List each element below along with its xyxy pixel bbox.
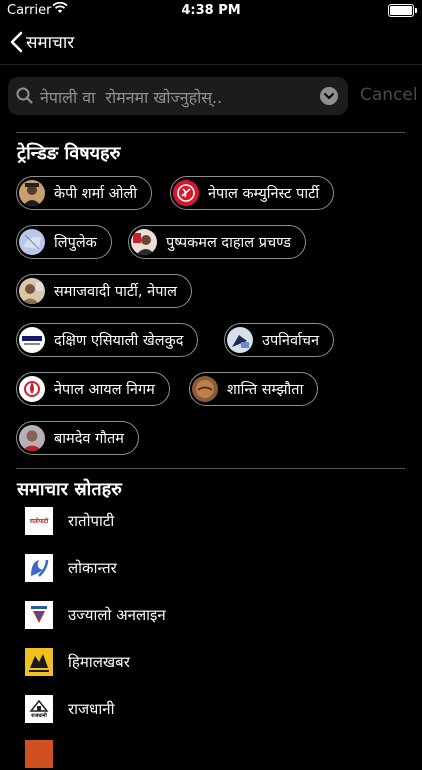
search-icon [16, 87, 33, 108]
topic-label: लिपुलेक [54, 235, 97, 251]
source-item[interactable]: रातोपाटी रातोपाटी [25, 505, 114, 537]
topic-label: बामदेव गौतम [54, 431, 124, 447]
handshake-icon [192, 376, 218, 402]
status-bar: Carrier 4:38 PM [0, 0, 422, 22]
topic-label: नेपाल कम्युनिस्ट पार्टी [208, 186, 320, 202]
ratopati-logo-icon: रातोपाटी [25, 507, 53, 535]
topic-chip[interactable]: लिपुलेक [16, 225, 112, 259]
search-box[interactable] [8, 77, 348, 115]
topic-label: केपी शर्मा ओली [54, 186, 138, 202]
rajdhani-logo-icon: राजधानी [25, 695, 53, 723]
topic-chip[interactable]: शान्ति सम्झौता [189, 372, 319, 406]
divider [16, 132, 405, 133]
source-item[interactable]: हिमालखबर [25, 646, 130, 678]
source-name: लोकान्तर [68, 559, 117, 577]
topic-chip[interactable]: केपी शर्मा ओली [16, 176, 153, 210]
party-flag-icon [173, 180, 199, 206]
chevron-down-icon[interactable] [320, 87, 338, 105]
source-item[interactable]: उज्यालो अनलाइन [25, 599, 166, 631]
source-name: उज्यालो अनलाइन [68, 606, 166, 624]
trending-section-title: ट्रेन्डिङ विषयहरु [17, 143, 121, 164]
topic-chip[interactable]: पुष्पकमल दाहाल प्रचण्ड [128, 225, 306, 259]
topic-label: समाजवादी पार्टी, नेपाल [54, 284, 178, 300]
topic-chip[interactable]: नेपाल कम्युनिस्ट पार्टी [170, 176, 335, 210]
clock: 4:38 PM [181, 3, 241, 18]
person-avatar-icon [19, 180, 45, 206]
navigation-bar: समाचार [0, 24, 422, 65]
himalkhabar-logo-icon [25, 648, 53, 676]
topic-chip[interactable]: बामदेव गौतम [16, 421, 139, 455]
topic-chip[interactable]: नेपाल आयल निगम [16, 372, 170, 406]
back-button[interactable]: समाचार [10, 30, 74, 53]
person-avatar-icon [131, 229, 157, 255]
back-label: समाचार [26, 33, 75, 53]
topic-chip[interactable]: उपनिर्वाचन [224, 323, 335, 357]
topic-label: नेपाल आयल निगम [54, 382, 155, 398]
lokantar-logo-icon [25, 554, 53, 582]
topic-chip[interactable]: समाजवादी पार्टी, नेपाल [16, 274, 193, 308]
ujyalo-logo-icon [25, 601, 53, 629]
source-name: हिमालखबर [68, 653, 130, 671]
source-item[interactable]: राजधानी राजधानी [25, 693, 114, 725]
map-icon [19, 229, 45, 255]
ballot-icon [227, 327, 253, 353]
topic-label: पुष्पकमल दाहाल प्रचण्ड [166, 235, 291, 251]
source-name: राजधानी [68, 700, 115, 718]
source-item[interactable]: लोकान्तर [25, 552, 117, 584]
search-input[interactable] [38, 83, 312, 111]
source-logo-icon [25, 740, 53, 768]
source-item-partial[interactable] [25, 738, 68, 770]
topic-label: शान्ति सम्झौता [227, 382, 304, 398]
person-avatar-icon [19, 425, 45, 451]
cancel-button[interactable]: Cancel [360, 85, 418, 105]
topic-chip[interactable]: दक्षिण एसियाली खेलकुद [16, 323, 199, 357]
chevron-left-icon [10, 31, 23, 52]
party-icon [19, 278, 45, 304]
sources-section-title: समाचार स्रोतहरु [17, 479, 122, 500]
search-bar: Cancel [8, 77, 418, 115]
divider [16, 468, 405, 469]
source-name: रातोपाटी [68, 512, 115, 530]
topic-label: उपनिर्वाचन [262, 333, 320, 349]
oil-corporation-icon [19, 376, 45, 402]
topic-label: दक्षिण एसियाली खेलकुद [54, 333, 184, 349]
battery-icon [388, 4, 417, 17]
sports-logo-icon [19, 327, 45, 353]
